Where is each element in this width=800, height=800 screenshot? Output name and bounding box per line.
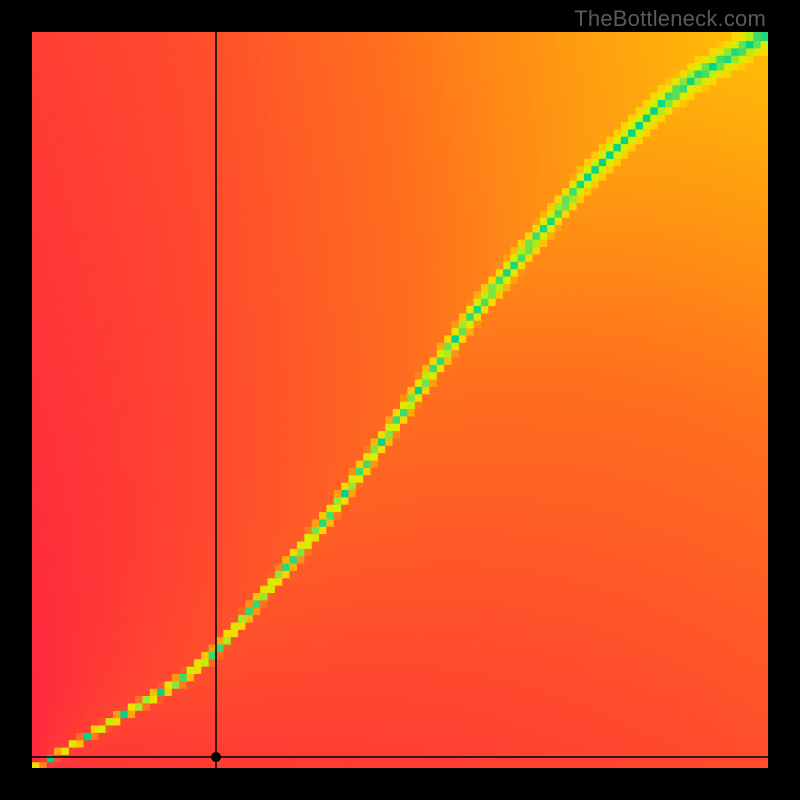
heatmap-canvas xyxy=(32,32,768,768)
chart-frame: TheBottleneck.com xyxy=(0,0,800,800)
heatmap-plot xyxy=(32,32,768,768)
watermark-text: TheBottleneck.com xyxy=(574,6,766,32)
